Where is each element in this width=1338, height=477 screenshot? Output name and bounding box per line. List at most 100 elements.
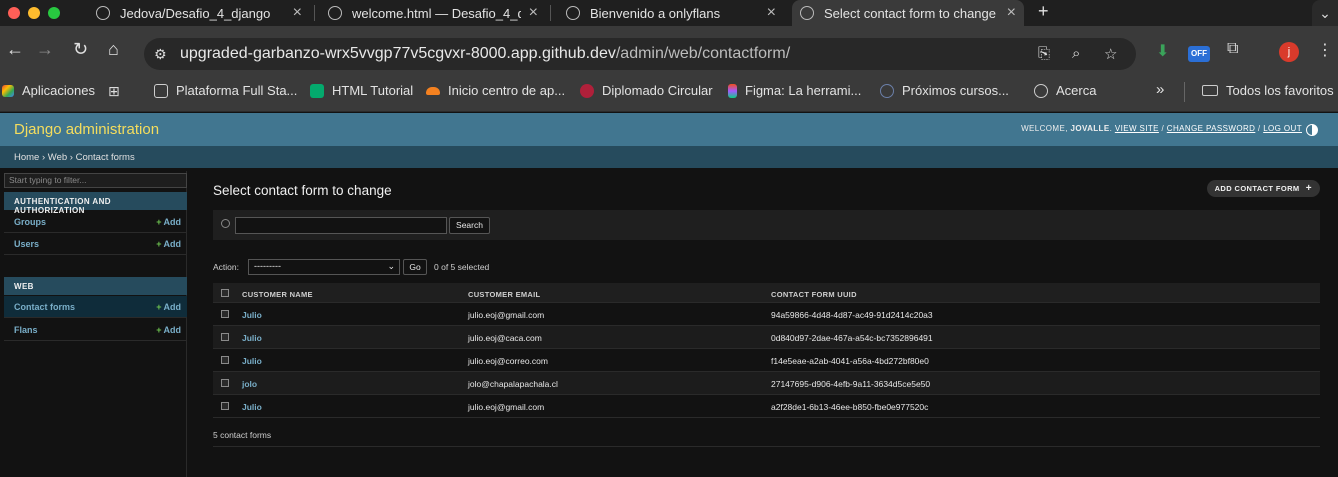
add-users-link[interactable]: + Add	[156, 239, 181, 249]
profile-avatar[interactable]: j	[1279, 42, 1299, 62]
theme-toggle-icon[interactable]	[1306, 124, 1318, 136]
back-arrow-icon[interactable]: ←	[6, 39, 24, 59]
bookmark-label: HTML Tutorial	[332, 83, 414, 98]
row-checkbox[interactable]	[221, 356, 229, 364]
translate-icon[interactable]: ⎘	[1038, 45, 1050, 62]
maximize-window-button[interactable]	[48, 7, 60, 19]
column-header-contact-form-uuid[interactable]: CONTACT FORM UUID	[771, 290, 857, 299]
sidebar-item-contact-forms[interactable]: Contact forms + Add	[4, 296, 187, 318]
download-icon[interactable]: ⬇	[1156, 41, 1169, 61]
row-checkbox[interactable]	[221, 310, 229, 318]
site-settings-icon[interactable]: ⚙	[154, 46, 167, 63]
uuid-cell: 27147695-d906-4efb-9a11-3634d5ce5e50	[771, 379, 931, 389]
close-tab-icon[interactable]: ×	[1007, 4, 1016, 22]
add-flans-link[interactable]: + Add	[156, 325, 181, 335]
bookmark-aplicaciones[interactable]: Aplicaciones	[2, 83, 95, 98]
browser-tab-active[interactable]: Select contact form to change ×	[792, 0, 1024, 26]
bookmark-diplomado[interactable]: Diplomado Circular	[580, 83, 713, 98]
model-link-users[interactable]: Users	[14, 239, 39, 249]
customer-name-link[interactable]: jolo	[242, 379, 257, 389]
model-link-contact-forms[interactable]: Contact forms	[14, 302, 75, 312]
bookmark-html-tutorial[interactable]: HTML Tutorial	[310, 83, 413, 98]
nav-filter-input[interactable]: Start typing to filter...	[4, 173, 187, 188]
bookmark-acerca[interactable]: Acerca	[1034, 83, 1096, 98]
close-window-button[interactable]	[8, 7, 20, 19]
model-link-groups[interactable]: Groups	[14, 217, 46, 227]
separator: /	[1255, 124, 1264, 133]
breadcrumb[interactable]: Home › Web › Contact forms	[0, 146, 1338, 168]
result-list: CUSTOMER NAME CUSTOMER EMAIL CONTACT FOR…	[213, 283, 1320, 418]
view-site-link[interactable]: VIEW SITE	[1115, 124, 1159, 133]
bookmark-proximos-cursos[interactable]: Próximos cursos...	[880, 83, 1009, 98]
log-out-link[interactable]: LOG OUT	[1263, 124, 1302, 133]
admin-header: Django administration WELCOME, JOVALLE. …	[0, 113, 1338, 146]
add-label: Add	[163, 217, 182, 227]
new-tab-button[interactable]: +	[1038, 1, 1049, 22]
url-text: upgraded-garbanzo-wrx5vvgp77v5cgvxr-8000…	[180, 45, 790, 63]
select-all-checkbox[interactable]	[221, 289, 229, 297]
plus-icon: +	[156, 239, 162, 249]
add-contact-forms-link[interactable]: + Add	[156, 302, 181, 312]
row-checkbox[interactable]	[221, 402, 229, 410]
customer-name-link[interactable]: Julio	[242, 402, 262, 412]
site-branding[interactable]: Django administration	[14, 121, 159, 138]
bookmark-grid[interactable]: ⊞	[108, 83, 120, 100]
browser-tab-welcome-html[interactable]: welcome.html — Desafio_4_d ×	[320, 0, 546, 26]
browser-tab-github-repo[interactable]: Jedova/Desafio_4_django ×	[88, 0, 310, 26]
cloud-icon	[426, 86, 440, 95]
globe-icon	[800, 6, 814, 20]
home-icon[interactable]: ⌂	[108, 39, 119, 59]
close-tab-icon[interactable]: ×	[293, 4, 302, 22]
table-row: Julio julio.eoj@gmail.com a2f28de1-6b13-…	[213, 395, 1320, 418]
browser-tab-onlyflans[interactable]: Bienvenido a onlyflans ×	[558, 0, 784, 26]
add-groups-link[interactable]: + Add	[156, 217, 181, 227]
column-header-customer-email[interactable]: CUSTOMER EMAIL	[468, 290, 540, 299]
bookmarks-overflow-button[interactable]: »	[1156, 81, 1164, 98]
address-bar[interactable]: ⚙ upgraded-garbanzo-wrx5vvgp77v5cgvxr-80…	[144, 38, 1136, 70]
bookmark-plataforma[interactable]: Plataforma Full Sta...	[154, 83, 297, 98]
change-password-link[interactable]: CHANGE PASSWORD	[1167, 124, 1256, 133]
customer-email-cell: julio.eoj@correo.com	[468, 356, 548, 366]
bookmark-inicio-centro[interactable]: Inicio centro de ap...	[426, 83, 565, 98]
add-contact-form-button[interactable]: ADD CONTACT FORM +	[1206, 180, 1320, 197]
table-row: Julio julio.eoj@caca.com 0d840d97-2dae-4…	[213, 326, 1320, 349]
sidebar-item-flans[interactable]: Flans + Add	[4, 319, 187, 341]
customer-name-link[interactable]: Julio	[242, 333, 262, 343]
uuid-cell: a2f28de1-6b13-46ee-b850-fbe0e977520c	[771, 402, 929, 412]
search-button[interactable]: Search	[449, 217, 490, 234]
bookmark-figma[interactable]: Figma: La herrami...	[728, 83, 861, 98]
go-button[interactable]: Go	[403, 259, 427, 275]
url-path: /admin/web/contactform/	[615, 45, 791, 62]
separator: /	[1158, 124, 1167, 133]
row-checkbox[interactable]	[221, 333, 229, 341]
row-checkbox[interactable]	[221, 379, 229, 387]
sidebar-item-users[interactable]: Users + Add	[4, 233, 187, 255]
column-header-customer-name[interactable]: CUSTOMER NAME	[242, 290, 313, 299]
search-input[interactable]	[235, 217, 447, 234]
reload-icon[interactable]: ↻	[73, 39, 88, 59]
bookmark-star-icon[interactable]: ☆	[1104, 45, 1117, 63]
customer-name-link[interactable]: Julio	[242, 310, 262, 320]
add-button-label: ADD CONTACT FORM	[1214, 184, 1300, 193]
close-tab-icon[interactable]: ×	[767, 4, 776, 22]
sidebar-item-groups[interactable]: Groups + Add	[4, 211, 187, 233]
app-caption-web[interactable]: WEB	[4, 277, 187, 295]
tab-label: Bienvenido a onlyflans	[590, 5, 721, 21]
tab-search-chevron-icon[interactable]: ⌄	[1312, 0, 1338, 26]
extension-icon[interactable]: OFF	[1188, 46, 1210, 62]
menu-kebab-icon[interactable]: ⋮	[1317, 40, 1333, 60]
browser-tab-bar: Jedova/Desafio_4_django × welcome.html —…	[0, 0, 1338, 26]
bookmark-todos-favoritos[interactable]: Todos los favoritos	[1202, 83, 1334, 98]
bookmark-label: Aplicaciones	[22, 83, 95, 98]
customer-name-link[interactable]: Julio	[242, 356, 262, 366]
forward-arrow-icon[interactable]: →	[36, 39, 54, 59]
extensions-puzzle-icon[interactable]: ⧉	[1227, 40, 1238, 58]
app-caption-auth[interactable]: AUTHENTICATION AND AUTHORIZATION	[4, 192, 187, 215]
action-select[interactable]: --------- ⌄	[248, 259, 400, 275]
model-link-flans[interactable]: Flans	[14, 325, 38, 335]
selection-counter: 0 of 5 selected	[434, 262, 490, 272]
curly-braces-icon	[154, 83, 168, 98]
minimize-window-button[interactable]	[28, 7, 40, 19]
zoom-icon[interactable]: ⌕	[1072, 45, 1080, 62]
close-tab-icon[interactable]: ×	[529, 4, 538, 22]
